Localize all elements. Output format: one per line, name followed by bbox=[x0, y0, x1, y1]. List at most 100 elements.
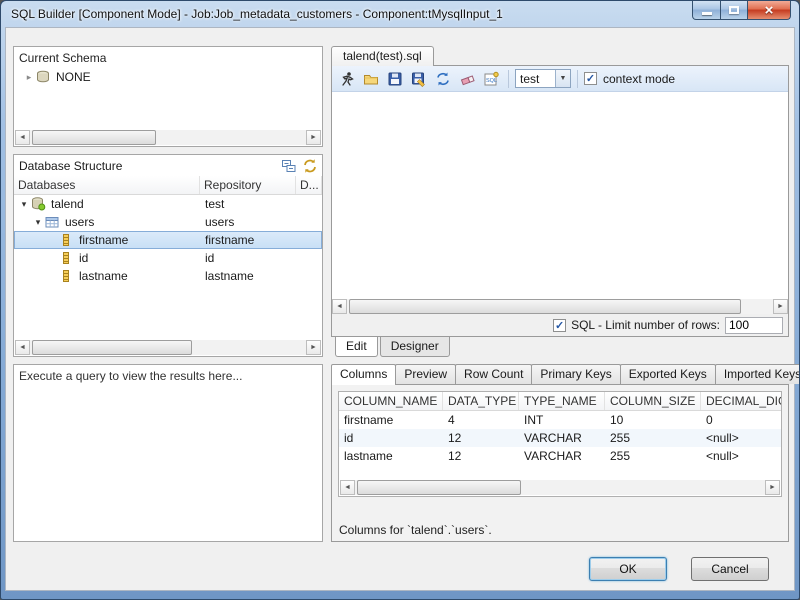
sql-editor-section: talend(test).sql SQL test ▼ ✓ context mo… bbox=[331, 46, 789, 357]
tree-item-label: lastname bbox=[79, 269, 128, 283]
repository-cell: test bbox=[200, 197, 296, 211]
db-structure-hscroll[interactable]: ◄ ► bbox=[15, 340, 321, 355]
context-mode-checkbox[interactable]: ✓ bbox=[584, 72, 597, 85]
refresh-icon[interactable] bbox=[432, 68, 454, 90]
tree-item-label: NONE bbox=[56, 70, 91, 84]
table-cell: VARCHAR bbox=[519, 429, 605, 447]
table-column-header-0[interactable]: COLUMN_NAME bbox=[339, 392, 443, 410]
database-structure-titlebar: Database Structure bbox=[14, 155, 322, 176]
sql-template-icon[interactable]: SQL bbox=[480, 68, 502, 90]
tab-preview[interactable]: Preview bbox=[395, 364, 456, 384]
sql-editor[interactable] bbox=[332, 92, 788, 299]
sql-builder-window: SQL Builder [Component Mode] - Job:Job_m… bbox=[0, 0, 800, 600]
editor-hscroll[interactable]: ◄ ► bbox=[332, 299, 788, 314]
expand-arrow-icon[interactable]: ▸ bbox=[22, 72, 36, 83]
title-bar[interactable]: SQL Builder [Component Mode] - Job:Job_m… bbox=[1, 1, 799, 27]
table-cell: 0 bbox=[701, 411, 782, 429]
db-column-header-0[interactable]: Databases bbox=[14, 176, 200, 194]
scroll-left-icon[interactable]: ◄ bbox=[15, 340, 30, 355]
scrollbar-track[interactable] bbox=[30, 130, 306, 145]
scrollbar-track[interactable] bbox=[30, 340, 306, 355]
limit-rows-bar: ✓ SQL - Limit number of rows: bbox=[332, 314, 788, 336]
tab-primary-keys[interactable]: Primary Keys bbox=[531, 364, 620, 384]
column-icon bbox=[59, 269, 76, 283]
table-row[interactable]: firstname4INT10010 bbox=[339, 411, 782, 429]
editor-file-tab[interactable]: talend(test).sql bbox=[331, 46, 434, 66]
db-column-header-2[interactable]: D... bbox=[296, 176, 322, 194]
scrollbar-thumb[interactable] bbox=[32, 340, 192, 355]
tree-item-label: talend bbox=[51, 197, 84, 211]
table-column-header-3[interactable]: COLUMN_SIZE bbox=[605, 392, 701, 410]
table-column-header-2[interactable]: TYPE_NAME bbox=[519, 392, 605, 410]
tree-row-users[interactable]: ▾usersusers bbox=[14, 213, 322, 231]
close-icon: × bbox=[765, 3, 774, 18]
scroll-right-icon[interactable]: ► bbox=[765, 480, 780, 495]
tree-row-none[interactable]: ▸ NONE bbox=[14, 68, 322, 86]
limit-rows-checkbox[interactable]: ✓ bbox=[553, 319, 566, 332]
maximize-icon bbox=[729, 6, 739, 14]
close-button[interactable]: × bbox=[748, 1, 791, 20]
clear-icon[interactable] bbox=[456, 68, 478, 90]
tree-name-cell: ▾ talend bbox=[14, 197, 200, 211]
tab-row-count[interactable]: Row Count bbox=[455, 364, 532, 384]
tree-name-cell: firstname bbox=[14, 233, 200, 247]
scroll-left-icon[interactable]: ◄ bbox=[332, 299, 347, 314]
details-table-body: firstname4INT10010id12VARCHAR255<null>10… bbox=[339, 411, 782, 465]
context-mode-label: context mode bbox=[603, 72, 675, 86]
tab-edit[interactable]: Edit bbox=[335, 337, 378, 357]
scroll-right-icon[interactable]: ► bbox=[306, 340, 321, 355]
context-combo[interactable]: test ▼ bbox=[515, 69, 571, 88]
tree-item-label: firstname bbox=[79, 233, 128, 247]
collapse-all-icon[interactable] bbox=[279, 157, 298, 174]
run-query-icon[interactable] bbox=[336, 68, 358, 90]
table-cell: 12 bbox=[443, 429, 519, 447]
refresh-gold-icon[interactable] bbox=[300, 157, 319, 174]
table-column-header-1[interactable]: DATA_TYPE bbox=[443, 392, 519, 410]
repository-cell: id bbox=[200, 251, 296, 265]
scrollbar-track[interactable] bbox=[347, 299, 773, 314]
editor-toolbar: SQL test ▼ ✓ context mode bbox=[332, 66, 788, 92]
minimize-button[interactable] bbox=[692, 1, 721, 20]
scrollbar-track[interactable] bbox=[355, 480, 765, 495]
editor-main-area: SQL test ▼ ✓ context mode ◄ ► bbox=[331, 65, 789, 337]
tree-name-cell: ▾users bbox=[14, 215, 200, 229]
cancel-button[interactable]: Cancel bbox=[691, 557, 769, 581]
ok-button[interactable]: OK bbox=[589, 557, 667, 581]
maximize-button[interactable] bbox=[721, 1, 748, 20]
table-row[interactable]: id12VARCHAR255<null>10 bbox=[339, 429, 782, 447]
tree-row-talend[interactable]: ▾ talend test bbox=[14, 195, 322, 213]
current-schema-hscroll[interactable]: ◄ ► bbox=[15, 130, 321, 145]
tab-exported-keys[interactable]: Exported Keys bbox=[620, 364, 716, 384]
scroll-right-icon[interactable]: ► bbox=[773, 299, 788, 314]
save-as-icon[interactable] bbox=[408, 68, 430, 90]
scrollbar-thumb[interactable] bbox=[349, 299, 741, 314]
table-cell: INT bbox=[519, 411, 605, 429]
tree-name-cell: id bbox=[14, 251, 200, 265]
save-icon[interactable] bbox=[384, 68, 406, 90]
scroll-right-icon[interactable]: ► bbox=[306, 130, 321, 145]
scrollbar-thumb[interactable] bbox=[32, 130, 156, 145]
tab-columns[interactable]: Columns bbox=[331, 364, 396, 385]
scroll-left-icon[interactable]: ◄ bbox=[340, 480, 355, 495]
scrollbar-thumb[interactable] bbox=[357, 480, 521, 495]
collapse-arrow-icon[interactable]: ▾ bbox=[31, 217, 45, 228]
collapse-arrow-icon[interactable]: ▾ bbox=[17, 199, 31, 210]
table-column-header-4[interactable]: DECIMAL_DIGITS bbox=[701, 392, 782, 410]
tree-name-cell: lastname bbox=[14, 269, 200, 283]
tab-imported-keys[interactable]: Imported Keys bbox=[715, 364, 800, 384]
toolbar-separator bbox=[508, 70, 509, 88]
details-table-header: COLUMN_NAMEDATA_TYPETYPE_NAMECOLUMN_SIZE… bbox=[339, 392, 782, 411]
chevron-down-icon[interactable]: ▼ bbox=[555, 70, 570, 87]
details-hscroll[interactable]: ◄ ► bbox=[340, 480, 780, 495]
svg-text:SQL: SQL bbox=[486, 78, 497, 84]
tree-row-id[interactable]: idid bbox=[14, 249, 322, 267]
table-row[interactable]: lastname12VARCHAR255<null>10 bbox=[339, 447, 782, 465]
scroll-left-icon[interactable]: ◄ bbox=[15, 130, 30, 145]
editor-toolbar-icons: SQL bbox=[336, 68, 502, 90]
tree-row-lastname[interactable]: lastnamelastname bbox=[14, 267, 322, 285]
limit-rows-input[interactable] bbox=[725, 317, 783, 334]
tree-row-firstname[interactable]: firstnamefirstname bbox=[14, 231, 322, 249]
open-file-icon[interactable] bbox=[360, 68, 382, 90]
db-column-header-1[interactable]: Repository bbox=[200, 176, 296, 194]
tab-designer[interactable]: Designer bbox=[380, 337, 450, 357]
